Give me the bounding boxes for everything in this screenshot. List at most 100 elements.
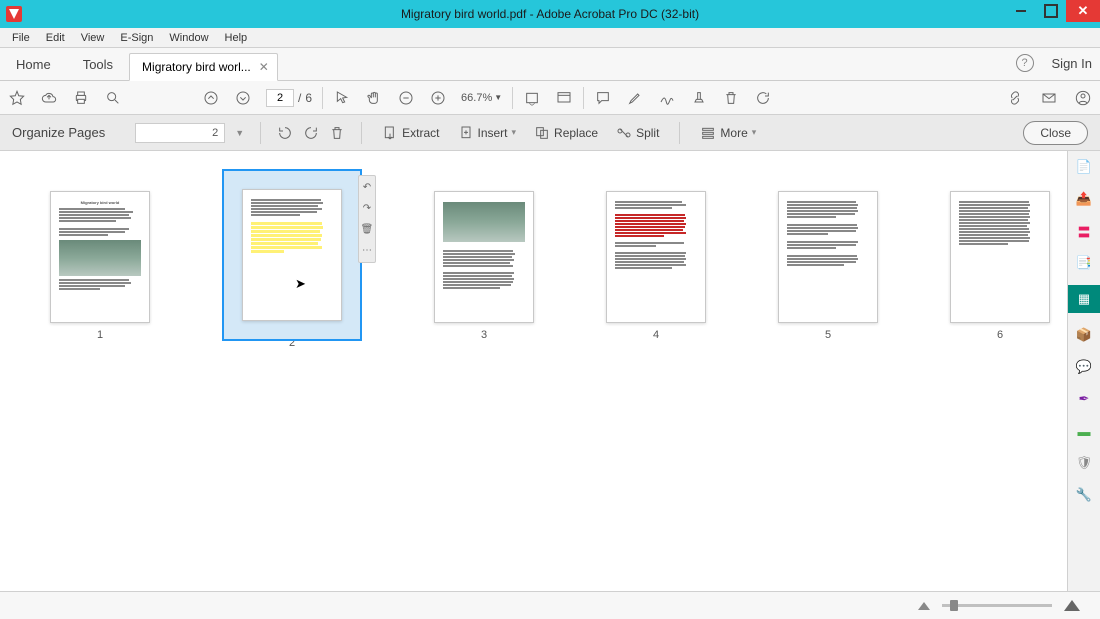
page-number: 3	[481, 329, 487, 341]
page1-title: Migratory bird world	[59, 200, 141, 205]
rotate-ccw-icon[interactable]	[277, 125, 293, 141]
tab-document-label: Migratory bird worl...	[142, 60, 251, 74]
thumb-rotate-cw-icon[interactable]: ↷	[363, 203, 371, 214]
sign-in-link[interactable]: Sign In	[1052, 56, 1092, 71]
tab-tools[interactable]: Tools	[67, 49, 129, 80]
rotate-icon[interactable]	[754, 89, 772, 107]
bottom-zoom-bar	[0, 591, 1100, 619]
stamp-icon[interactable]	[690, 89, 708, 107]
separator	[583, 87, 584, 109]
protect-icon[interactable]: 🛡	[1074, 453, 1094, 473]
tab-close-icon[interactable]: ✕	[259, 60, 269, 74]
replace-button[interactable]: Replace	[530, 123, 602, 143]
cursor-icon: ➤	[295, 276, 306, 293]
menu-window[interactable]: Window	[161, 30, 216, 46]
page-up-icon[interactable]	[202, 89, 220, 107]
dropdown-icon[interactable]: ▼	[235, 128, 244, 138]
thumbnail-hover-tools: ↶ ↷ 🗑 ⋯	[358, 175, 376, 263]
menu-bar: File Edit View E-Sign Window Help	[0, 28, 1100, 48]
tab-document[interactable]: Migratory bird worl... ✕	[129, 53, 278, 81]
main-toolbar: / 6 66.7% ▼	[0, 81, 1100, 115]
comment-tool-icon[interactable]: 💬	[1074, 357, 1094, 377]
profile-icon[interactable]	[1074, 89, 1092, 107]
title-bar: Migratory bird world.pdf - Adobe Acrobat…	[0, 0, 1100, 28]
minimize-button[interactable]	[1006, 0, 1036, 22]
zoom-small-icon[interactable]	[918, 602, 930, 610]
menu-esign[interactable]: E-Sign	[112, 30, 161, 46]
fit-width-icon[interactable]	[523, 89, 541, 107]
separator	[679, 122, 680, 144]
menu-view[interactable]: View	[73, 30, 113, 46]
tab-home[interactable]: Home	[0, 49, 67, 80]
cloud-upload-icon[interactable]	[40, 89, 58, 107]
extract-button[interactable]: Extract	[378, 123, 443, 143]
separator	[322, 87, 323, 109]
zoom-out-icon[interactable]	[397, 89, 415, 107]
zoom-slider[interactable]	[942, 604, 1052, 607]
window-title: Migratory bird world.pdf - Adobe Acrobat…	[401, 7, 699, 21]
thumb-delete-icon[interactable]: 🗑	[361, 224, 374, 235]
page-thumbnail[interactable]: 6	[950, 191, 1050, 349]
create-pdf-icon[interactable]: 📄	[1074, 157, 1094, 177]
menu-help[interactable]: Help	[217, 30, 256, 46]
cursor-icon[interactable]	[333, 89, 351, 107]
star-icon[interactable]	[8, 89, 26, 107]
sign-icon[interactable]	[658, 89, 676, 107]
right-tools-sidebar: 📄 📤 〓 📑 ▦ 📦 💬 ✒ ▬ 🛡 🔧	[1067, 151, 1100, 591]
zoom-dropdown[interactable]: 66.7% ▼	[461, 92, 502, 104]
rotate-cw-icon[interactable]	[303, 125, 319, 141]
hand-icon[interactable]	[365, 89, 383, 107]
page-thumbnail[interactable]: 3	[434, 191, 534, 349]
thumbnail-area: Migratory bird world 1 ➤ ↶	[0, 151, 1067, 591]
insert-button[interactable]: Insert▾	[454, 123, 521, 143]
page-number-control: / 6	[266, 89, 312, 107]
trash-icon[interactable]	[722, 89, 740, 107]
menu-edit[interactable]: Edit	[38, 30, 73, 46]
more-tools-icon[interactable]: 🔧	[1074, 485, 1094, 505]
page-thumbnail[interactable]: 5	[778, 191, 878, 349]
page-number: 5	[825, 329, 831, 341]
search-icon[interactable]	[104, 89, 122, 107]
page-down-icon[interactable]	[234, 89, 252, 107]
tab-bar: Home Tools Migratory bird worl... ✕ ? Si…	[0, 48, 1100, 81]
combine-icon[interactable]: 📑	[1074, 253, 1094, 273]
thumb-rotate-ccw-icon[interactable]: ↶	[363, 182, 371, 193]
organize-title: Organize Pages	[12, 125, 105, 140]
delete-page-icon[interactable]	[329, 125, 345, 141]
help-icon[interactable]: ?	[1016, 54, 1034, 72]
page-thumbnail-selected[interactable]: ➤ ↶ ↷ 🗑 ⋯ 2	[222, 169, 362, 349]
mail-icon[interactable]	[1040, 89, 1058, 107]
organize-pages-icon[interactable]: ▦	[1068, 285, 1100, 313]
separator	[260, 122, 261, 144]
page-thumbnail[interactable]: Migratory bird world 1	[50, 191, 150, 349]
page-total: 6	[305, 91, 312, 105]
compress-icon[interactable]: 📦	[1074, 325, 1094, 345]
fill-sign-icon[interactable]: ✒	[1074, 389, 1094, 409]
page-number: 4	[653, 329, 659, 341]
thumb-more-icon[interactable]: ⋯	[362, 245, 372, 256]
zoom-in-icon[interactable]	[429, 89, 447, 107]
redact-icon[interactable]: ▬	[1074, 421, 1094, 441]
export-pdf-icon[interactable]: 📤	[1074, 189, 1094, 209]
close-organize-button[interactable]: Close	[1023, 121, 1088, 145]
page-number: 6	[997, 329, 1003, 341]
page-display-icon[interactable]	[555, 89, 573, 107]
comment-icon[interactable]	[594, 89, 612, 107]
print-icon[interactable]	[72, 89, 90, 107]
page-number: 1	[97, 329, 103, 341]
page-sep: /	[298, 91, 301, 105]
menu-file[interactable]: File	[4, 30, 38, 46]
page-current-input[interactable]	[266, 89, 294, 107]
close-window-button[interactable]	[1066, 0, 1100, 22]
more-button[interactable]: More▾	[696, 123, 760, 143]
zoom-large-icon[interactable]	[1064, 600, 1080, 611]
highlight-icon[interactable]	[626, 89, 644, 107]
maximize-button[interactable]	[1036, 0, 1066, 22]
split-button[interactable]: Split	[612, 123, 663, 143]
app-icon	[6, 6, 22, 22]
separator	[512, 87, 513, 109]
page-thumbnail[interactable]: 4	[606, 191, 706, 349]
organize-page-input[interactable]	[135, 123, 225, 143]
edit-pdf-icon[interactable]: 〓	[1074, 221, 1094, 241]
link-icon[interactable]	[1006, 89, 1024, 107]
